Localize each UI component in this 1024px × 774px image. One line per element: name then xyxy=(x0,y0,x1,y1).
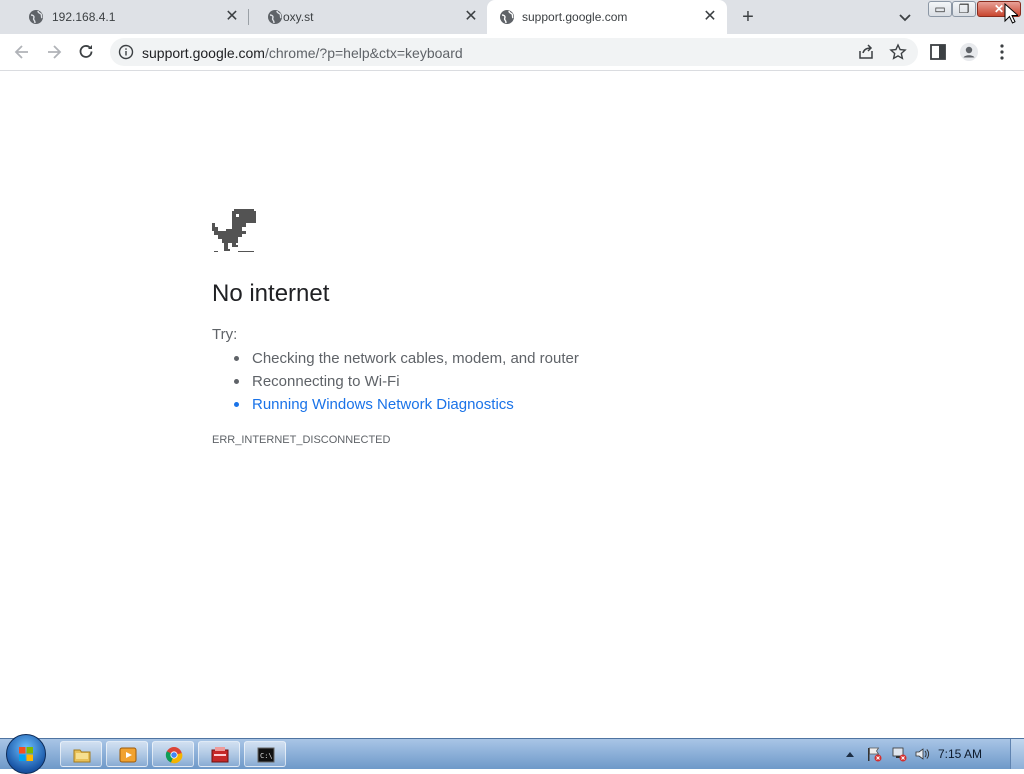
reload-icon[interactable] xyxy=(76,42,96,62)
tab-support-google-com[interactable]: support.google.com ✕ xyxy=(487,0,727,34)
tab-close-icon[interactable]: ✕ xyxy=(222,7,242,27)
taskbar-command-prompt[interactable]: C:\ xyxy=(244,741,286,767)
suggestion-item: Reconnecting to Wi-Fi xyxy=(212,370,579,393)
minimize-button[interactable]: ▭ xyxy=(928,1,952,17)
tab-oxy-st[interactable]: oxy.st ✕ xyxy=(247,0,487,34)
tab-title: 192.168.4.1 xyxy=(52,10,116,24)
url-host: support.google.com xyxy=(142,45,265,61)
svg-text:C:\: C:\ xyxy=(260,752,273,760)
taskbar-chrome[interactable] xyxy=(152,741,194,767)
globe-icon xyxy=(500,10,514,24)
url-path: /chrome/?p=help&ctx=keyboard xyxy=(264,45,463,61)
volume-icon[interactable] xyxy=(914,746,930,762)
bullet xyxy=(234,356,239,361)
media-player-icon xyxy=(119,747,137,763)
suggestion-list: Checking the network cables, modem, and … xyxy=(212,347,579,416)
page-title: No internet xyxy=(212,280,330,307)
dinosaur-icon[interactable] xyxy=(212,209,256,253)
tab-search-chevron-icon[interactable] xyxy=(896,8,914,26)
tab-title: support.google.com xyxy=(522,10,628,24)
bullet xyxy=(234,402,239,407)
site-info-icon[interactable] xyxy=(118,44,134,60)
tab-close-icon[interactable]: ✕ xyxy=(700,7,720,27)
show-hidden-icons-chevron-icon[interactable] xyxy=(845,750,855,758)
network-diagnostics-link[interactable]: Running Windows Network Diagnostics xyxy=(252,396,514,413)
url-text[interactable]: support.google.com/chrome/?p=help&ctx=ke… xyxy=(142,45,463,61)
bullet xyxy=(234,379,239,384)
mouse-cursor-icon xyxy=(1004,3,1018,24)
share-icon[interactable] xyxy=(857,43,875,61)
suggestion-text: Reconnecting to Wi-Fi xyxy=(252,373,400,390)
suggestion-item: Checking the network cables, modem, and … xyxy=(212,347,579,370)
restore-icon: ❐ xyxy=(958,2,970,16)
try-label: Try: xyxy=(212,326,238,343)
error-code: ERR_INTERNET_DISCONNECTED xyxy=(212,434,391,446)
taskbar-clock[interactable]: 7:15 AM xyxy=(938,747,982,761)
tab-title: oxy.st xyxy=(283,10,314,24)
globe-icon xyxy=(29,10,43,24)
tab-close-icon[interactable]: ✕ xyxy=(461,7,481,27)
address-bar[interactable]: support.google.com/chrome/?p=help&ctx=ke… xyxy=(110,38,918,66)
chrome-icon xyxy=(165,747,183,764)
browser-toolbar: support.google.com/chrome/?p=help&ctx=ke… xyxy=(0,34,1024,71)
taskbar-media-player[interactable] xyxy=(106,741,148,767)
globe-icon xyxy=(268,10,282,24)
maximize-button[interactable]: ❐ xyxy=(952,1,976,17)
windows-logo-icon xyxy=(19,747,33,761)
start-button[interactable] xyxy=(6,734,46,774)
taskbar-file-explorer[interactable] xyxy=(60,741,102,767)
forward-arrow-icon[interactable] xyxy=(44,42,64,62)
tab-strip: 192.168.4.1 ✕ oxy.st ✕ support.google.co… xyxy=(0,0,1024,34)
file-explorer-icon xyxy=(73,749,91,763)
suggestion-text: Checking the network cables, modem, and … xyxy=(252,350,579,367)
side-panel-icon[interactable] xyxy=(928,42,948,62)
network-disconnected-icon[interactable] xyxy=(891,746,907,762)
remote-tool-icon xyxy=(211,747,229,763)
windows-taskbar: C:\ 7:15 AM xyxy=(0,734,1024,774)
suggestion-item: Running Windows Network Diagnostics xyxy=(212,393,579,416)
action-center-flag-icon[interactable] xyxy=(866,746,882,762)
new-tab-button[interactable]: + xyxy=(737,6,759,28)
command-prompt-icon: C:\ xyxy=(257,747,275,763)
taskbar-remote-tool[interactable] xyxy=(198,741,240,767)
minimize-icon: ▭ xyxy=(934,2,946,16)
tab-192-168-4-1[interactable]: 192.168.4.1 ✕ xyxy=(8,0,248,34)
profile-avatar-icon[interactable] xyxy=(959,42,979,62)
error-page: No internet Try: Checking the network ca… xyxy=(0,71,1024,738)
menu-kebab-icon[interactable] xyxy=(992,42,1012,62)
bookmark-star-icon[interactable] xyxy=(889,43,907,61)
back-arrow-icon[interactable] xyxy=(12,42,32,62)
show-desktop-button[interactable] xyxy=(1010,739,1024,769)
